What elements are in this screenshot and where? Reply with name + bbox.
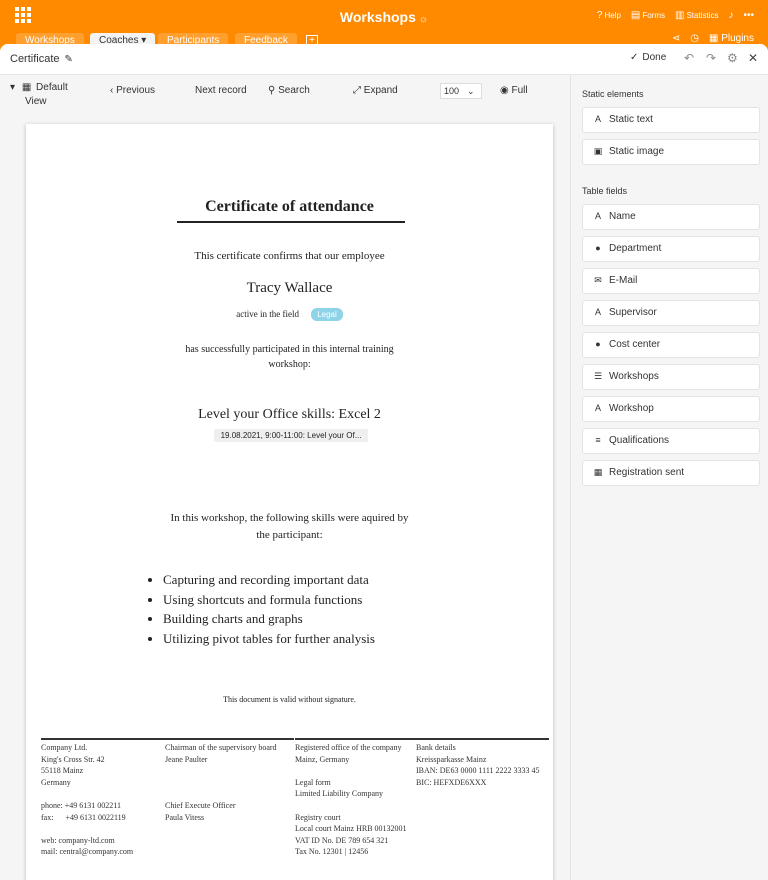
previous-record-button[interactable]: ‹ Previous (110, 85, 155, 96)
workshop-title[interactable]: Level your Office skills: Excel 2 (26, 407, 553, 423)
undo-icon[interactable]: ↶ (684, 51, 694, 65)
table-fields-heading: Table fields (582, 186, 628, 196)
tabs-right-tools: ⋖ ◷ ▦ Plugins (672, 33, 754, 44)
link-icon: ☰ (593, 371, 603, 381)
certificate-title[interactable]: Certificate of attendance (26, 198, 553, 216)
forms-button[interactable]: ▤ Forms (631, 10, 665, 21)
plugins-icon: ▦ (708, 33, 722, 44)
static-elements-heading: Static elements (582, 89, 644, 99)
edit-pencil-icon[interactable]: ✎ (65, 54, 73, 65)
modal-header: Certificate ✎ ✓ Done ↶ ↷ ⚙ ✕ (0, 44, 768, 75)
skills-list[interactable]: Capturing and recording important data U… (146, 570, 375, 648)
department-badge: Legal (311, 308, 343, 321)
text-icon: A (594, 114, 601, 124)
plugins-button[interactable]: ▦ Plugins (709, 33, 754, 44)
field-registration-sent[interactable]: ▦ Registration sent (582, 460, 760, 486)
forms-icon: ▤ (630, 10, 641, 21)
email-icon: ✉ (594, 275, 602, 285)
search-button[interactable]: ⚲ Search (268, 85, 310, 96)
elements-panel: Static elements A Static text ▣ Static ima… (570, 75, 768, 880)
done-button[interactable]: ✓ Done (630, 52, 666, 63)
caret-down-icon: ▾ (10, 82, 16, 93)
field-qualifications[interactable]: ≡ Qualifications (582, 428, 760, 454)
app-title-text: Workshops (339, 9, 416, 25)
view-dropdown[interactable]: ▾ ▦ Default (10, 82, 68, 93)
certificate-page: Certificate of attendance This certifica… (26, 124, 553, 880)
footer-bank[interactable]: Bank details Kreissparkasse Mainz IBAN: … (416, 738, 549, 788)
field-cost-center[interactable]: ● Cost center (582, 332, 760, 358)
notifications-button[interactable]: ♪ (728, 10, 733, 21)
multi-select-icon: ≡ (595, 435, 601, 445)
print-template-modal: Certificate ✎ ✓ Done ↶ ↷ ⚙ ✕ ▾ ▦ Default … (0, 44, 768, 880)
date-icon: ▦ (593, 467, 603, 477)
close-icon[interactable]: ✕ (748, 51, 758, 65)
validity-note[interactable]: This document is valid without signature… (26, 695, 553, 704)
next-record-button[interactable]: Next record (195, 85, 247, 96)
modal-title-text: Certificate (10, 53, 60, 65)
more-icon: ••• (743, 10, 754, 21)
field-label: active in the field (236, 309, 299, 319)
redo-icon[interactable]: ↷ (706, 51, 716, 65)
more-button[interactable]: ••• (743, 10, 754, 21)
view-label-2: View (25, 96, 47, 107)
settings-icon[interactable]: ⚙ (727, 51, 738, 65)
field-workshops[interactable]: ☰ Workshops (582, 364, 760, 390)
eye-icon: ◉ (500, 85, 512, 96)
footer-registry[interactable]: Registered office of the company Mainz, … (295, 738, 416, 858)
text-field-icon: A (594, 403, 601, 413)
toolbar: ▾ ▦ Default View ‹ Previous Next record … (0, 75, 570, 115)
statistics-button[interactable]: ▥ Statistics (675, 10, 718, 21)
fullscreen-button[interactable]: ◉ Full (500, 85, 528, 96)
field-department[interactable]: ● Department (582, 236, 760, 262)
help-icon: ? (596, 10, 603, 21)
history-icon[interactable]: ◷ (690, 33, 699, 44)
workshop-link-chip[interactable]: 19.08.2021, 9:00-11:00: Level your Of... (214, 429, 368, 442)
top-bar: Workshops ☼ ? Help ▤ Forms ▥ Statistics ♪ ••… (0, 0, 768, 33)
chevron-down-icon: ⌄ (467, 86, 475, 96)
share-icon[interactable]: ⋖ (672, 33, 680, 44)
static-text-button[interactable]: A Static text (582, 107, 760, 133)
text-field-icon: A (594, 307, 601, 317)
text-field-icon: A (594, 211, 601, 221)
search-icon: ⚲ (268, 85, 279, 96)
bell-icon: ♪ (728, 10, 734, 21)
field-name[interactable]: A Name (582, 204, 760, 230)
zoom-select[interactable]: 100 ⌄ (440, 83, 482, 99)
list-item: Using shortcuts and formula functions (163, 590, 375, 610)
badge-icon: ☼ (418, 14, 429, 25)
table-icon: ▦ (21, 82, 32, 93)
field-email[interactable]: ✉ E-Mail (582, 268, 760, 294)
check-icon: ✓ (630, 52, 639, 63)
static-image-button[interactable]: ▣ Static image (582, 139, 760, 165)
done-label: Done (642, 52, 667, 63)
top-right-menu: ? Help ▤ Forms ▥ Statistics ♪ ••• (597, 10, 754, 21)
footer-board[interactable]: Chairman of the supervisory board Jeane … (165, 738, 294, 823)
confirm-text[interactable]: This certificate confirms that our emplo… (26, 250, 553, 262)
skills-intro[interactable]: In this workshop, the following skills w… (26, 510, 553, 544)
list-item: Building charts and graphs (163, 609, 375, 629)
title-underline (177, 221, 405, 223)
participated-text[interactable]: has successfully participated in this in… (26, 342, 553, 372)
expand-button[interactable]: ⤢ Expand (353, 85, 398, 96)
footer-company[interactable]: Company Ltd. King's Cross Str. 42 55118 … (41, 738, 165, 858)
field-supervisor[interactable]: A Supervisor (582, 300, 760, 326)
single-select-icon: ● (595, 339, 601, 349)
image-icon: ▣ (593, 146, 603, 156)
modal-title: Certificate ✎ (10, 53, 73, 65)
list-item: Utilizing pivot tables for further analy… (163, 629, 375, 649)
view-label: Default (36, 82, 68, 93)
help-button[interactable]: ? Help (597, 10, 621, 21)
statistics-icon: ▥ (675, 10, 685, 21)
single-select-icon: ● (595, 243, 601, 253)
field-workshop[interactable]: A Workshop (582, 396, 760, 422)
expand-icon: ⤢ (353, 85, 364, 96)
list-item: Capturing and recording important data (163, 570, 375, 590)
employee-name[interactable]: Tracy Wallace (26, 280, 553, 297)
field-line[interactable]: active in the field Legal (26, 308, 553, 321)
